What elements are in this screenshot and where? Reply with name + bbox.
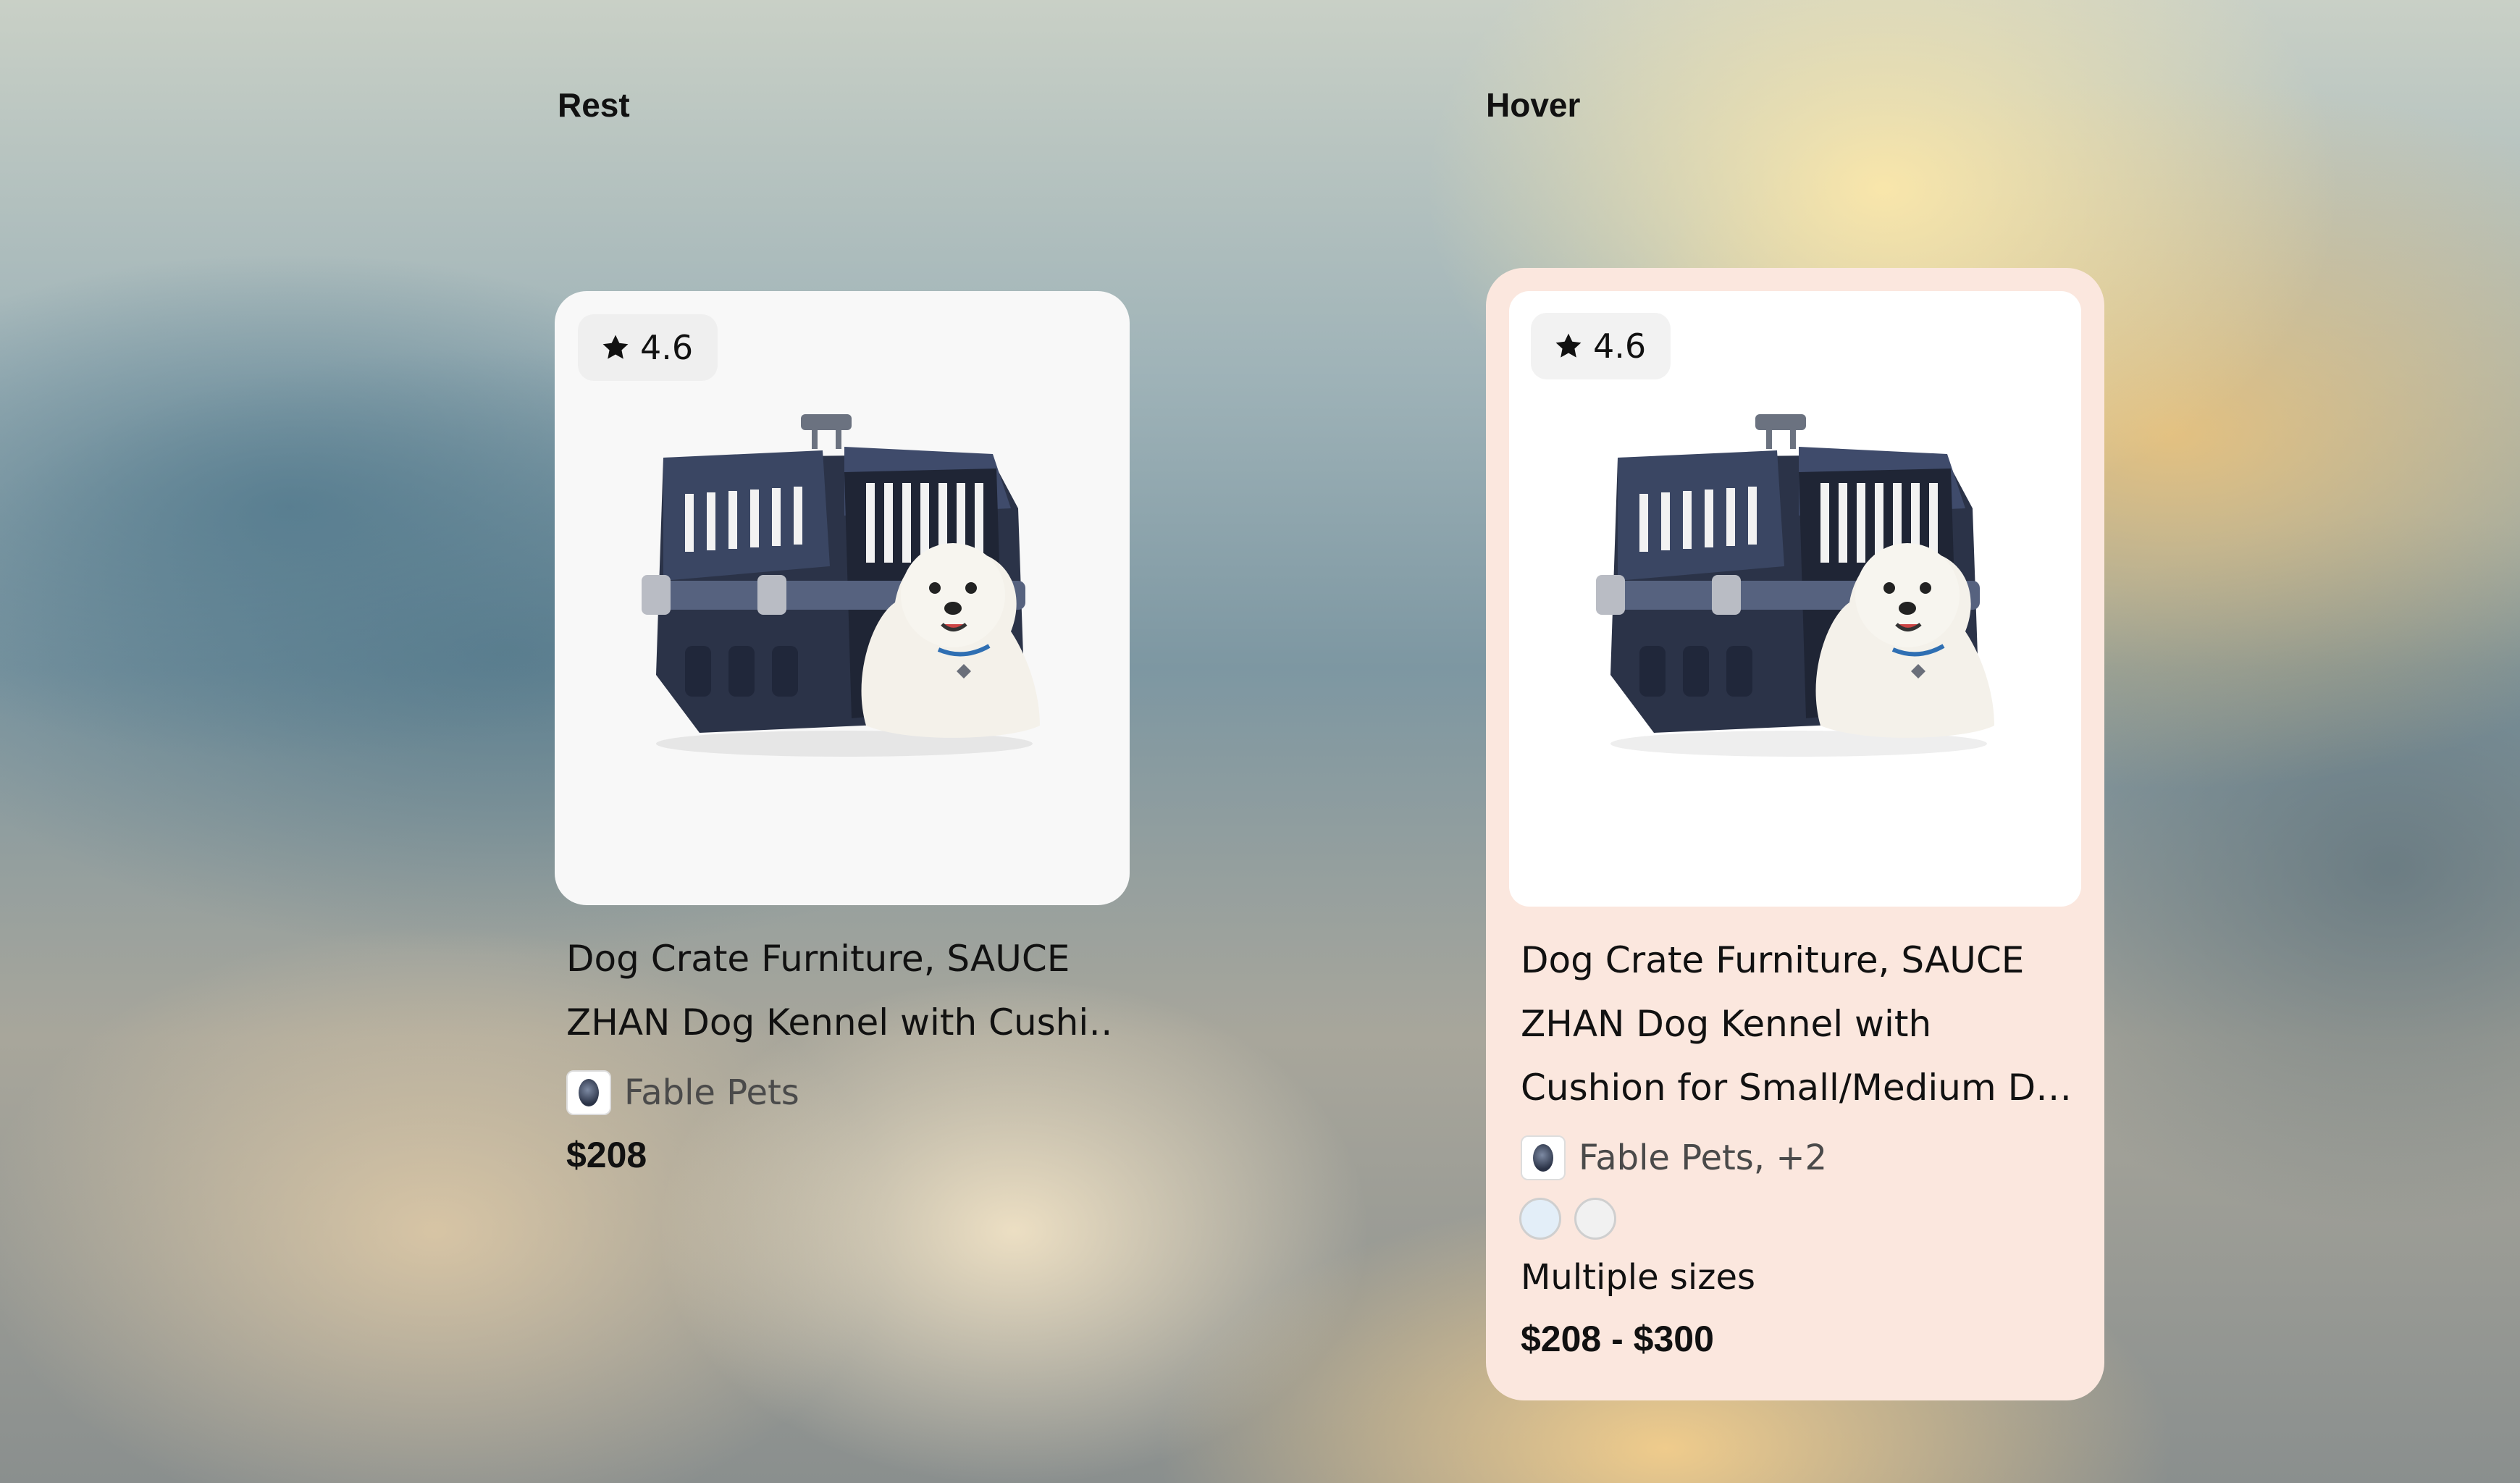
state-label-rest: Rest xyxy=(558,86,630,124)
product-price-range: $208 - $300 xyxy=(1521,1319,1714,1359)
product-title-line: ZHAN Dog Kennel with Cushi… xyxy=(566,1001,1117,1043)
merchant-logo xyxy=(1521,1135,1566,1180)
rating-value: 4.6 xyxy=(1593,327,1647,366)
size-options-text: Multiple sizes xyxy=(1521,1257,1755,1298)
product-image-tile[interactable]: 4.6 xyxy=(555,291,1130,905)
product-price: $208 xyxy=(566,1135,647,1175)
product-title[interactable]: Dog Crate Furniture, SAUCE ZHAN Dog Kenn… xyxy=(1521,928,2086,1119)
rating-badge: 4.6 xyxy=(1531,313,1671,379)
product-title-line: ZHAN Dog Kennel with xyxy=(1521,1003,1932,1045)
blurred-background xyxy=(0,0,2520,1483)
product-image xyxy=(642,414,1040,757)
product-title-line: Dog Crate Furniture, SAUCE xyxy=(566,938,1070,980)
swatch-light-blue[interactable] xyxy=(1519,1198,1561,1240)
product-title-line: Dog Crate Furniture, SAUCE xyxy=(1521,939,2025,981)
color-swatches xyxy=(1519,1198,2081,1240)
product-title-line: Cushion for Small/Medium D… xyxy=(1521,1067,2072,1109)
merchant-name: Fable Pets, +2 xyxy=(1579,1138,1828,1178)
rating-badge: 4.6 xyxy=(578,314,718,381)
state-label-hover: Hover xyxy=(1486,86,1581,124)
merchant-row: Fable Pets xyxy=(566,1067,1130,1118)
product-image xyxy=(1596,414,1994,757)
product-title[interactable]: Dog Crate Furniture, SAUCE ZHAN Dog Kenn… xyxy=(566,927,1117,1054)
merchant-name: Fable Pets xyxy=(624,1072,799,1113)
star-icon xyxy=(602,335,629,359)
star-icon xyxy=(1555,333,1582,358)
product-image-tile[interactable]: 4.6 xyxy=(1509,291,2081,907)
product-card-hover[interactable]: 4.6 Dog Crate Furniture, SAUCE ZHAN Dog … xyxy=(1486,268,2104,1400)
rating-value: 4.6 xyxy=(640,328,694,367)
swatch-light-gray[interactable] xyxy=(1574,1198,1616,1240)
merchant-row: Fable Pets, +2 xyxy=(1521,1133,2081,1183)
merchant-logo xyxy=(566,1070,611,1115)
product-card-rest[interactable]: 4.6 Dog Crate Furniture, SAUCE ZHAN Dog … xyxy=(555,291,1130,1176)
